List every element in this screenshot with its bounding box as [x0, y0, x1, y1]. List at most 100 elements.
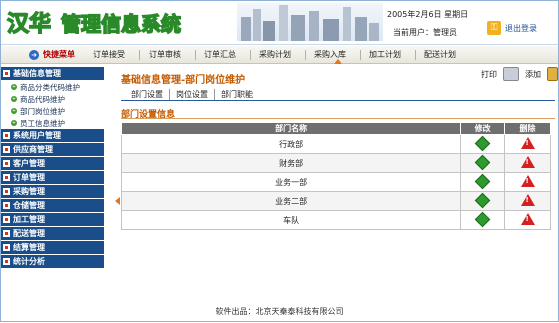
nav-item-order-accept[interactable]: 订单接受 [93, 49, 125, 60]
bullet-icon: + [11, 96, 17, 102]
sidebar: 基础信息管理 + 商品分类代码维护 + 商品代码维护 + 部门岗位维护 + 员工信息维护… [1, 67, 104, 323]
sidebar-section-label: 供应商管理 [13, 145, 53, 154]
edit-icon[interactable] [474, 173, 491, 189]
svg-text:管理信息系统: 管理信息系统 [61, 12, 181, 36]
sidebar-item-category-codes[interactable]: + 商品分类代码维护 [1, 81, 104, 93]
table-row: 车队 [120, 210, 551, 230]
delete-icon[interactable] [520, 194, 535, 206]
delete-icon[interactable] [520, 156, 535, 168]
expand-icon [3, 230, 10, 237]
add-label[interactable]: 添加 [525, 69, 541, 80]
table-row: 业务一部 [120, 172, 551, 192]
expand-icon [3, 188, 10, 195]
department-table: 部门名称 修改 删除 行政部 财务部 业务一部 业务二部 [120, 122, 551, 230]
expand-icon [3, 132, 10, 139]
nav-separator [360, 50, 361, 60]
logout-label: 退出登录 [505, 23, 537, 33]
dept-name-cell: 行政部 [120, 134, 462, 154]
expand-icon [3, 160, 10, 167]
sidebar-section-label: 客户管理 [13, 159, 45, 168]
sidebar-section-warehouse[interactable]: 仓储管理 [1, 199, 104, 213]
sidebar-section-label: 统计分析 [13, 257, 45, 266]
edit-icon[interactable] [474, 135, 491, 151]
nav-item-order-summary[interactable]: 订单汇总 [204, 49, 236, 60]
nav-item-delivery-plan[interactable]: 配送计划 [424, 49, 456, 60]
sidebar-section-delivery[interactable]: 配送管理 [1, 227, 104, 241]
sidebar-section-label: 仓储管理 [13, 201, 45, 210]
nav-item-order-review[interactable]: 订单审核 [149, 49, 181, 60]
page-title: 基础信息管理-部门岗位维护 [121, 75, 246, 86]
top-nav: ➜ 快捷菜单 订单接受 订单审核 订单汇总 采购计划 采购入库 加工计划 配送计… [1, 46, 558, 64]
sidebar-section-settlement[interactable]: 结算管理 [1, 241, 104, 255]
svg-text:汉华: 汉华 [7, 11, 51, 37]
sidebar-section-orders[interactable]: 订单管理 [1, 171, 104, 185]
delete-icon[interactable] [520, 137, 535, 149]
sidebar-section-basic-info[interactable]: 基础信息管理 [1, 67, 104, 81]
skyline-banner [237, 3, 383, 41]
quick-menu-label: 快捷菜单 [43, 50, 75, 59]
sidebar-section-label: 配送管理 [13, 229, 45, 238]
dept-name-cell: 财务部 [120, 153, 462, 173]
collapse-icon [3, 70, 10, 77]
edit-icon[interactable] [474, 192, 491, 208]
dept-name-cell: 业务一部 [120, 172, 462, 192]
sidebar-item-dept-positions[interactable]: + 部门岗位维护 [1, 105, 104, 117]
tab-dept-functions[interactable]: 部门职能 [215, 89, 259, 100]
sidebar-section-statistics[interactable]: 统计分析 [1, 255, 104, 269]
sidebar-toggle-icon[interactable] [115, 197, 120, 205]
tab-position-settings[interactable]: 岗位设置 [170, 89, 215, 100]
print-label[interactable]: 打印 [481, 69, 497, 80]
sidebar-section-purchasing[interactable]: 采购管理 [1, 185, 104, 199]
bullet-icon: + [11, 84, 17, 90]
add-icon[interactable] [547, 67, 558, 81]
sidebar-section-label: 采购管理 [13, 187, 45, 196]
edit-icon[interactable] [474, 211, 491, 227]
expand-icon [3, 202, 10, 209]
sidebar-item-product-codes[interactable]: + 商品代码维护 [1, 93, 104, 105]
sidebar-section-label: 加工管理 [13, 215, 45, 224]
nav-separator [250, 50, 251, 60]
nav-item-purchase-plan[interactable]: 采购计划 [259, 49, 291, 60]
nav-separator [139, 50, 140, 60]
sub-tabs: 部门设置 岗位设置 部门职能 [125, 89, 259, 100]
divider [121, 100, 555, 101]
nav-separator [305, 50, 306, 60]
tab-dept-settings[interactable]: 部门设置 [125, 89, 170, 100]
table-row: 行政部 [120, 134, 551, 154]
active-nav-marker [334, 59, 342, 64]
current-user: 当前用户：管理员 [393, 28, 457, 37]
footer: 软件出品：北京天秦泰科技有限公司 [215, 307, 344, 316]
expand-icon [3, 146, 10, 153]
expand-icon [3, 216, 10, 223]
app-window: 汉华 管理信息系统 2005年2月6日 星期日 当前用户：管理员 ⚿ 退出登录 [0, 0, 559, 322]
header: 汉华 管理信息系统 2005年2月6日 星期日 当前用户：管理员 ⚿ 退出登录 [1, 1, 558, 45]
nav-separator [195, 50, 196, 60]
logout-button[interactable]: ⚿ 退出登录 [487, 20, 553, 36]
sidebar-section-processing[interactable]: 加工管理 [1, 213, 104, 227]
quick-menu[interactable]: ➜ 快捷菜单 [29, 49, 75, 60]
expand-icon [3, 174, 10, 181]
sidebar-section-system-users[interactable]: 系统用户管理 [1, 129, 104, 143]
current-date: 2005年2月6日 星期日 [387, 10, 469, 19]
delete-icon[interactable] [520, 175, 535, 187]
sidebar-section-suppliers[interactable]: 供应商管理 [1, 143, 104, 157]
dept-name-cell: 业务二部 [120, 191, 462, 211]
col-edit: 修改 [460, 122, 506, 135]
expand-icon [3, 258, 10, 265]
sidebar-item-staff-info[interactable]: + 员工信息维护 [1, 117, 104, 129]
key-icon: ⚿ [487, 21, 501, 35]
expand-icon [3, 244, 10, 251]
sidebar-section-customers[interactable]: 客户管理 [1, 157, 104, 171]
col-dept-name: 部门名称 [120, 122, 462, 135]
bullet-icon: + [11, 120, 17, 126]
col-delete: 删除 [504, 122, 551, 135]
sidebar-section-label: 系统用户管理 [13, 131, 61, 140]
toolbar: 打印 添加 [481, 67, 558, 81]
nav-item-processing-plan[interactable]: 加工计划 [369, 49, 401, 60]
sidebar-section-label: 订单管理 [13, 173, 45, 182]
edit-icon[interactable] [474, 154, 491, 170]
nav-separator [415, 50, 416, 60]
sidebar-item-label: 部门岗位维护 [20, 106, 65, 116]
printer-icon[interactable] [503, 67, 519, 81]
delete-icon[interactable] [520, 213, 535, 225]
